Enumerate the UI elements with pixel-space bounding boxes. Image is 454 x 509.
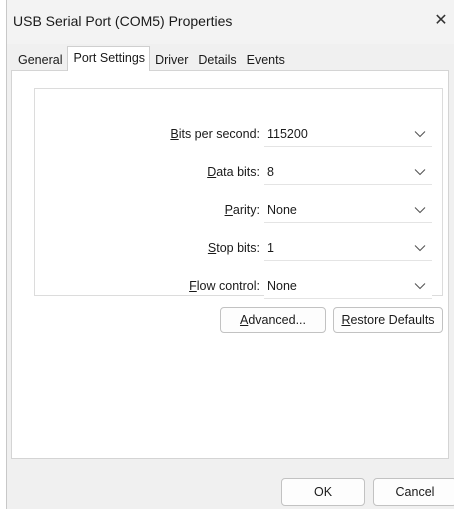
bits-per-second-select[interactable]: 115200 bbox=[264, 123, 432, 147]
window-title: USB Serial Port (COM5) Properties bbox=[13, 13, 233, 29]
restore-defaults-button[interactable]: Restore Defaults bbox=[333, 307, 443, 333]
parity-label: Parity: bbox=[224, 203, 260, 217]
title-bar: USB Serial Port (COM5) Properties ✕ bbox=[7, 0, 454, 44]
chevron-down-icon bbox=[414, 169, 426, 176]
tab-details[interactable]: Details bbox=[193, 50, 241, 71]
stop-bits-select[interactable]: 1 bbox=[264, 237, 432, 261]
tab-general[interactable]: General bbox=[13, 50, 67, 71]
tab-port-settings[interactable]: Port Settings bbox=[67, 46, 151, 71]
flow-control-label: Flow control: bbox=[189, 279, 260, 293]
bits-per-second-row: Bits per second: 115200 bbox=[35, 123, 442, 147]
bits-per-second-label: Bits per second: bbox=[170, 127, 260, 141]
close-button[interactable]: ✕ bbox=[428, 6, 454, 36]
parity-row: Parity: None bbox=[35, 199, 442, 223]
data-bits-label: Data bits: bbox=[207, 165, 260, 179]
cancel-button[interactable]: Cancel bbox=[373, 478, 454, 506]
ok-button[interactable]: OK bbox=[281, 478, 365, 506]
flow-control-row: Flow control: None bbox=[35, 275, 442, 299]
settings-group: Bits per second: 115200 Data bits: 8 Par… bbox=[34, 88, 443, 299]
parity-value: None bbox=[267, 203, 297, 217]
chevron-down-icon bbox=[414, 131, 426, 138]
data-bits-select[interactable]: 8 bbox=[264, 161, 432, 185]
stop-bits-value: 1 bbox=[267, 241, 274, 255]
close-icon: ✕ bbox=[434, 12, 448, 29]
chevron-down-icon bbox=[414, 245, 426, 252]
data-bits-value: 8 bbox=[267, 165, 274, 179]
stop-bits-row: Stop bits: 1 bbox=[35, 237, 442, 261]
bits-per-second-value: 115200 bbox=[267, 127, 308, 141]
chevron-down-icon bbox=[414, 283, 426, 290]
flow-control-value: None bbox=[267, 279, 297, 293]
tab-events[interactable]: Events bbox=[242, 50, 290, 71]
flow-control-select[interactable]: None bbox=[264, 275, 432, 299]
parity-select[interactable]: None bbox=[264, 199, 432, 223]
port-settings-panel: Bits per second: 115200 Data bits: 8 Par… bbox=[11, 70, 449, 459]
stop-bits-label: Stop bits: bbox=[207, 241, 260, 255]
advanced-button[interactable]: Advanced... bbox=[220, 307, 326, 333]
tab-driver[interactable]: Driver bbox=[150, 50, 193, 71]
tab-strip: General Port Settings Driver Details Eve… bbox=[13, 46, 290, 71]
chevron-down-icon bbox=[414, 207, 426, 214]
properties-dialog: USB Serial Port (COM5) Properties ✕ Gene… bbox=[6, 0, 454, 509]
data-bits-row: Data bits: 8 bbox=[35, 161, 442, 185]
